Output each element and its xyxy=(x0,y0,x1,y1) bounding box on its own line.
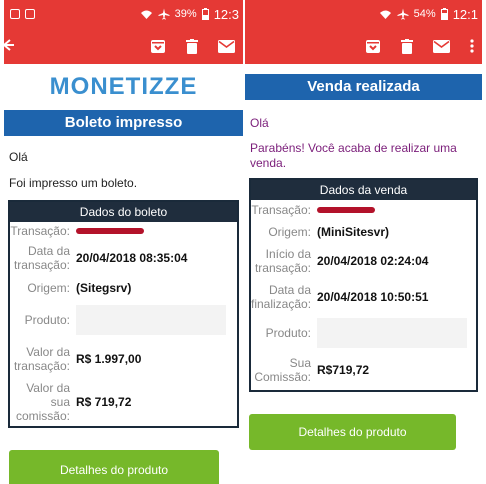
boleto-card: Dados do boleto Transação: Data da trans… xyxy=(8,200,239,428)
row-label: Transação: xyxy=(251,203,311,217)
mail-toolbar xyxy=(4,28,243,64)
mail-toolbar xyxy=(245,28,482,64)
more-vert-icon[interactable] xyxy=(470,39,474,53)
wifi-icon xyxy=(140,9,153,20)
mail-icon[interactable] xyxy=(433,39,450,53)
mail-icon[interactable] xyxy=(218,39,235,53)
right-phone-screen: 54% 12:1 Venda realizada Olá Parabéns! V… xyxy=(245,0,482,484)
card-row: Data da finalização: 20/04/2018 10:50:51 xyxy=(251,278,476,316)
card-row: Valor da transação: R$ 1.997,00 xyxy=(10,340,237,378)
card-row: Data da transação: 20/04/2018 08:35:04 xyxy=(10,240,237,276)
battery-level: 39% xyxy=(174,8,197,20)
card-row: Transação: xyxy=(10,222,237,240)
card-title: Dados da venda xyxy=(251,180,476,200)
trash-icon[interactable] xyxy=(186,38,198,54)
trash-icon[interactable] xyxy=(401,38,413,54)
product-image-placeholder xyxy=(76,305,226,335)
card-row: Produto: xyxy=(10,300,237,340)
banner-title: Boleto impresso xyxy=(4,110,243,136)
monetizze-logo: MONETIZZE xyxy=(49,73,198,100)
product-image-placeholder xyxy=(317,318,467,348)
card-row: Início da transação: 20/04/2018 02:24:04 xyxy=(251,244,476,278)
card-row: Sua Comissão: R$719,72 xyxy=(251,350,476,390)
battery-level: 54% xyxy=(413,8,436,20)
row-value: 20/04/2018 02:24:04 xyxy=(317,254,429,268)
banner-title: Venda realizada xyxy=(245,74,482,100)
left-phone-screen: 39% 12:3 MONETIZZE Boleto impresso Olá F… xyxy=(4,0,243,484)
message: Parabéns! Você acaba de realizar uma ven… xyxy=(250,141,457,170)
row-label: Origem: xyxy=(27,281,70,295)
row-label: Data da transação: xyxy=(13,244,70,272)
card-row: Produto: xyxy=(251,316,476,350)
gallery-icon xyxy=(25,9,35,19)
battery-icon xyxy=(440,8,448,20)
clock: 12:3 xyxy=(213,6,239,22)
row-value: R$ 719,72 xyxy=(76,395,132,409)
back-arrow-icon[interactable] xyxy=(4,38,14,52)
card-title: Dados do boleto xyxy=(10,202,237,222)
row-label: Origem: xyxy=(268,225,311,239)
row-label: Valor da sua comissão: xyxy=(15,381,70,423)
redacted-transaction-id xyxy=(76,228,144,234)
card-row: Transação: xyxy=(251,200,476,220)
clock: 12:1 xyxy=(452,6,478,22)
venda-card: Dados da venda Transação: Origem: (MiniS… xyxy=(249,178,478,392)
status-bar: 39% 12:3 xyxy=(4,0,243,28)
row-label: Transação: xyxy=(10,224,70,238)
greeting: Olá xyxy=(9,150,28,164)
row-value: R$ 1.997,00 xyxy=(76,352,142,366)
product-details-button[interactable]: Detalhes do produto xyxy=(249,414,456,450)
row-value: 20/04/2018 08:35:04 xyxy=(76,251,188,265)
wifi-icon xyxy=(379,9,392,20)
row-label: Valor da transação: xyxy=(13,345,70,373)
airplane-icon xyxy=(397,8,409,20)
archive-icon[interactable] xyxy=(150,39,166,54)
product-details-button[interactable]: Detalhes do produto xyxy=(9,450,219,484)
row-label: Data da finalização: xyxy=(251,283,312,311)
row-label: Sua Comissão: xyxy=(254,356,311,384)
row-label: Produto: xyxy=(265,326,311,340)
card-row: Origem: (MiniSitesvr) xyxy=(251,220,476,244)
row-value: (MiniSitesvr) xyxy=(317,225,390,239)
greeting: Olá xyxy=(250,116,269,130)
row-value: R$719,72 xyxy=(317,363,370,377)
card-row: Valor da sua comissão: R$ 719,72 xyxy=(10,378,237,426)
row-label: Produto: xyxy=(24,313,70,327)
message: Foi impresso um boleto. xyxy=(9,176,138,190)
status-bar: 54% 12:1 xyxy=(245,0,482,28)
redacted-transaction-id xyxy=(317,207,375,213)
row-value: 20/04/2018 10:50:51 xyxy=(317,290,429,304)
airplane-icon xyxy=(158,8,170,20)
row-label: Início da transação: xyxy=(254,247,311,275)
logo-area: MONETIZZE xyxy=(4,64,243,110)
card-row: Origem: (Sitegsrv) xyxy=(10,276,237,300)
archive-icon[interactable] xyxy=(365,39,381,54)
facebook-icon xyxy=(10,9,20,19)
battery-icon xyxy=(201,8,209,20)
row-value: (Sitegsrv) xyxy=(76,281,132,295)
